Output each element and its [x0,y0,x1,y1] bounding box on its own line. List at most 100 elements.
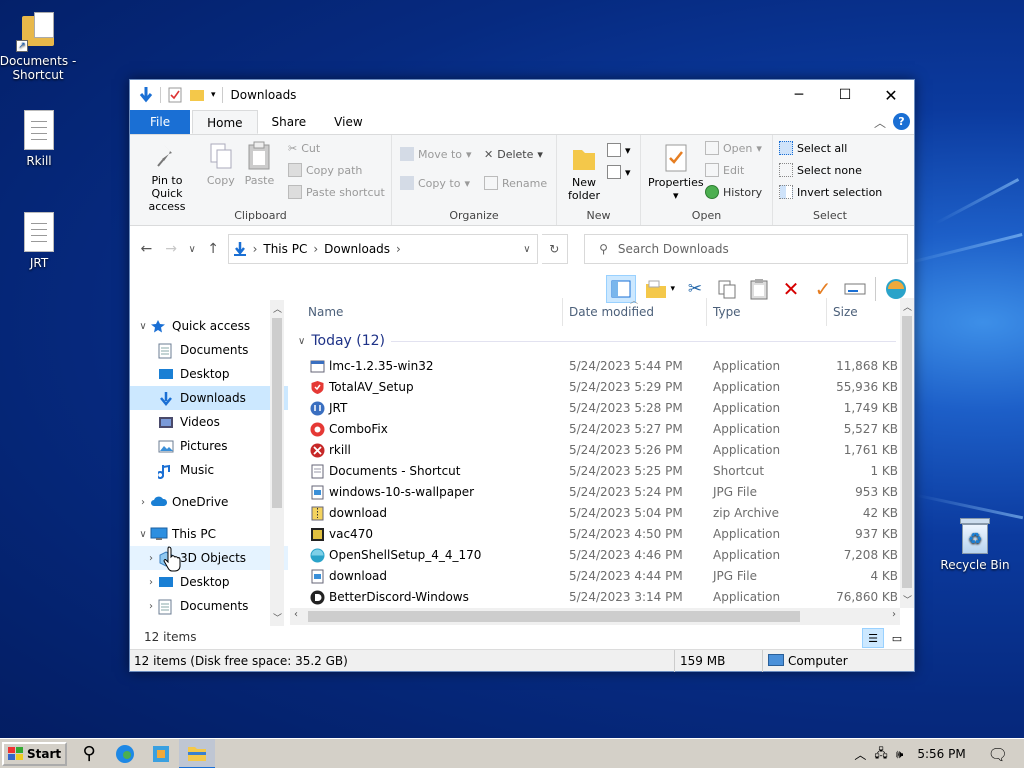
taskbar-edge-button[interactable] [107,739,143,768]
file-row[interactable]: vac470 5/24/2023 4:50 PM Application 937 KB [290,524,900,545]
properties-button[interactable]: Properties ▾ [645,141,707,204]
nav-item-desktop[interactable]: Desktop📌 [130,362,288,386]
maximize-button[interactable]: ☐ [822,80,868,110]
copy-path-button[interactable]: Copy path [288,159,385,181]
large-icons-view-button[interactable]: ▭ [886,628,908,648]
start-button[interactable]: Start [2,741,68,766]
network-icon[interactable]: 🖧 [874,744,887,765]
breadcrumb-this-pc[interactable]: This PC [263,242,307,256]
delete-button[interactable]: ✕ Delete ▾ [484,143,547,165]
tray-overflow-icon[interactable]: ︿ [854,746,866,763]
nav-item-music[interactable]: Music [130,458,288,482]
clock[interactable]: 5:56 PM [917,747,965,761]
expand-chevron-icon[interactable]: › [144,577,158,588]
nav-scrollbar[interactable]: ︿ ﹀ [270,300,284,626]
column-separator[interactable] [562,298,563,326]
file-row[interactable]: lmc-1.2.35-win32 5/24/2023 5:44 PM Applica… [290,356,900,377]
taskbar-explorer-button[interactable] [179,738,216,768]
tab-share[interactable]: Share [258,110,321,134]
move-to-button[interactable]: Move to ▾ [400,143,472,165]
edit-button[interactable]: Edit [705,159,762,181]
file-row[interactable]: Documents - Shortcut 5/24/2023 5:25 PM Sho… [290,461,900,482]
select-none-button[interactable]: Select none [779,159,882,181]
breadcrumb-downloads[interactable]: Downloads [324,242,390,256]
download-arrow-icon[interactable] [138,86,154,104]
forward-button[interactable]: → [161,241,182,257]
file-row[interactable]: OpenShellSetup_4_4_170 5/24/2023 4:46 PM A… [290,545,900,566]
nav-item-pictures[interactable]: Pictures📌 [130,434,288,458]
title-bar[interactable]: ▾ Downloads ─ ☐ ✕ [130,80,914,110]
nav-item-documents[interactable]: › Documents [130,594,288,618]
column-name[interactable]: Name [308,305,343,319]
new-folder-icon[interactable] [189,87,205,103]
notifications-icon[interactable]: 🗨 [988,745,1008,764]
expand-chevron-icon[interactable]: › [144,601,158,612]
nav-item-documents[interactable]: Documents📌 [130,338,288,362]
copy-button[interactable]: Copy [204,139,238,189]
nav-item-this-pc[interactable]: ∨ This PC [130,522,288,546]
file-row[interactable]: download 5/24/2023 4:44 PM JPG File 4 KB [290,566,900,587]
tab-file[interactable]: File [130,110,191,134]
properties-check-icon[interactable] [167,87,183,103]
paste-shortcut-button[interactable]: Paste shortcut [288,181,385,203]
desktop-icon-rkill[interactable]: Rkill [0,110,81,168]
refresh-button[interactable]: ↻ [541,234,569,264]
new-folder-button[interactable]: New folder [561,141,607,204]
taskbar-search-button[interactable]: ⚲ [71,739,107,768]
toolbar-dropdown-icon[interactable]: ▾ [670,284,675,294]
nav-item-downloads[interactable]: Downloads📌 [130,386,288,410]
group-header-today[interactable]: ∨ Today (12) [290,326,900,356]
expand-chevron-icon[interactable]: › [136,497,150,508]
copy-to-button[interactable]: Copy to ▾ [400,172,472,194]
column-date[interactable]: Date modified [569,305,654,319]
search-input[interactable]: Search Downloads [618,242,729,256]
file-row[interactable]: rkill 5/24/2023 5:26 PM Application 1,761 K… [290,440,900,461]
easy-access-button[interactable]: ▾ [607,161,631,183]
desktop-icon-documents-shortcut[interactable]: ↗ Documents - Shortcut [0,10,80,82]
file-row[interactable]: download 5/24/2023 5:04 PM zip Archive 42 K… [290,503,900,524]
nav-item-quick-access[interactable]: ∨ Quick access [130,314,288,338]
expand-chevron-icon[interactable]: ∨ [136,321,150,332]
nav-item-onedrive[interactable]: › OneDrive [130,490,288,514]
select-all-button[interactable]: Select all [779,137,882,159]
details-view-button[interactable]: ☰ [862,628,884,648]
customize-qa-icon[interactable]: ▾ [211,90,216,100]
rename-button[interactable]: Rename [484,172,547,194]
file-row[interactable]: BetterDiscord-Windows 5/24/2023 3:14 PM Ap… [290,587,900,608]
paste-button[interactable]: Paste [242,139,278,189]
close-button[interactable]: ✕ [868,80,914,110]
collapse-ribbon-icon[interactable]: ︿ [874,114,886,131]
nav-item-3d-objects[interactable]: › 3D Objects [130,546,288,570]
expand-chevron-icon[interactable]: › [144,553,158,564]
invert-selection-button[interactable]: Invert selection [779,181,882,203]
file-list-hscrollbar[interactable]: ‹ › [290,608,900,625]
up-button[interactable]: ↑ [203,241,224,257]
taskbar-shell-button[interactable] [143,739,179,768]
recent-locations-icon[interactable]: ∨ [186,244,199,255]
nav-item-videos[interactable]: Videos📌 [130,410,288,434]
search-box[interactable]: ⚲ Search Downloads [584,234,908,264]
minimize-button[interactable]: ─ [776,80,822,110]
address-box[interactable]: › This PC › Downloads › ∨ [227,234,538,264]
tab-view[interactable]: View [320,110,376,134]
new-item-button[interactable]: ▾ [607,139,631,161]
file-list-scrollbar[interactable]: ︿ ﹀ [900,298,914,608]
open-button[interactable]: Open ▾ [705,137,762,159]
column-separator[interactable] [826,298,827,326]
cut-button[interactable]: ✂ Cut [288,137,385,159]
address-dropdown-icon[interactable]: ∨ [523,244,530,255]
help-icon[interactable]: ? [893,113,910,130]
pin-quick-access-button[interactable]: Pin to Quick access [134,139,200,215]
file-row[interactable]: JRT 5/24/2023 5:28 PM Application 1,749 KB [290,398,900,419]
column-separator[interactable] [706,298,707,326]
column-size[interactable]: Size [833,305,858,319]
file-row[interactable]: ComboFix 5/24/2023 5:27 PM Application 5,52… [290,419,900,440]
back-button[interactable]: ← [136,241,157,257]
file-row[interactable]: windows-10-s-wallpaper 5/24/2023 5:24 PM J… [290,482,900,503]
volume-icon[interactable]: 🕪 [896,747,904,762]
desktop-icon-recycle-bin[interactable]: ♻ Recycle Bin [933,514,1017,572]
history-button[interactable]: History [705,181,762,203]
expand-chevron-icon[interactable]: ∨ [136,529,150,540]
desktop-icon-jrt[interactable]: JRT [0,212,81,270]
tab-home[interactable]: Home [192,110,258,134]
